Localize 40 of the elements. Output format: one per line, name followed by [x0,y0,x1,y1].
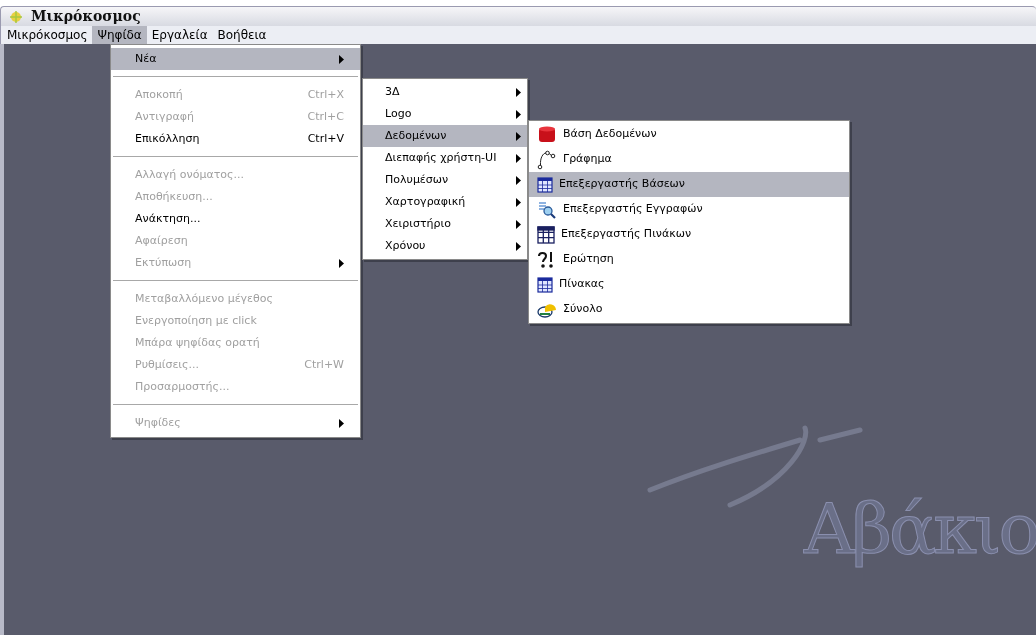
submenu-arrow-icon [516,175,521,185]
app-icon [9,9,23,24]
submenu-item[interactable]: Χαρτογραφική [363,191,527,213]
logo-text: Αβάκιο [802,487,1036,572]
submenu-arrow-icon [516,109,521,119]
menu-bar-item[interactable]: Ψηφίδα [92,26,147,44]
submenu-item[interactable]: Ερώτηση [529,247,849,272]
submenu-item[interactable]: Πολυμέσων [363,169,527,191]
submenu-item[interactable]: 3Δ [363,81,527,103]
submenu-arrow-icon [516,197,521,207]
submenu-item[interactable]: Επεξεργαστής Εγγραφών [529,197,849,222]
submenu-item[interactable]: Δεδομένων [363,125,527,147]
window-title: Μικρόκοσμος [31,7,141,26]
submenu-item[interactable]: Χειριστήριο [363,213,527,235]
submenu-item[interactable]: Σύνολο [529,297,849,322]
menu-item[interactable]: Νέα [111,48,360,70]
submenu-arrow-icon [516,219,521,229]
submenu-item[interactable]: Logo [363,103,527,125]
table-icon [537,276,553,293]
submenu-item[interactable]: Βάση Δεδομένων [529,122,849,147]
grid-icon [537,225,555,244]
submenu-arrow-icon [516,153,521,163]
submenu-arrow-icon [516,131,521,141]
menu-bar-item[interactable]: Βοήθεια [212,26,272,44]
graph-icon [537,149,557,170]
record-search-icon [537,199,557,220]
submenu-item[interactable]: Επεξεργαστής Βάσεων [529,172,849,197]
submenu-arrow-icon [516,241,521,251]
menu-bar-item[interactable]: Μικρόκοσμος [2,26,93,44]
submenu-arrow-icon [516,87,521,97]
submenu-item[interactable]: Πίνακας [529,272,849,297]
submenu-item[interactable]: Διεπαφής χρήστη-UI [363,147,527,169]
submenu-item[interactable]: Χρόνου [363,235,527,257]
database-icon [537,124,557,145]
submenu-item[interactable]: Γράφημα [529,147,849,172]
submenu-item[interactable]: Επεξεργαστής Πινάκων [529,222,849,247]
menu-item[interactable]: Ανάκτηση... [111,208,360,230]
menu-bar-item[interactable]: Εργαλεία [146,26,213,44]
menu-item[interactable]: Επικόλληση Ctrl+V [111,128,360,150]
table-icon [537,176,553,193]
